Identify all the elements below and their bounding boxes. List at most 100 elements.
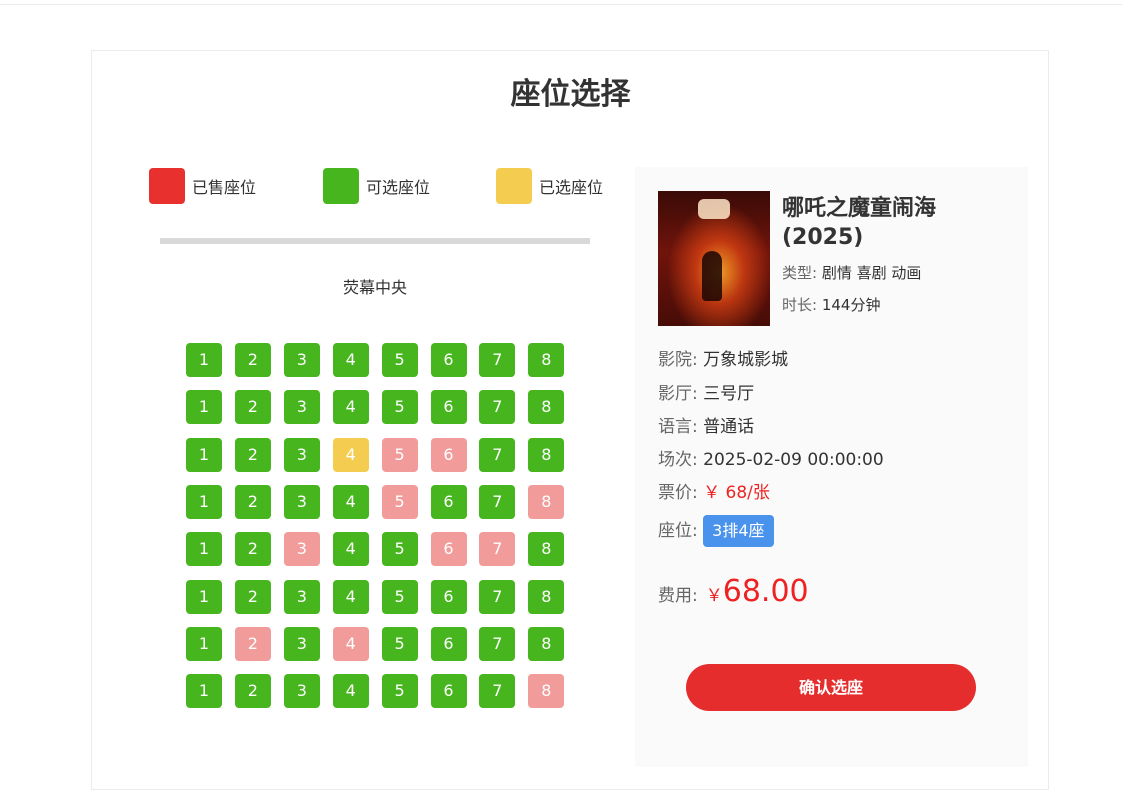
seat-available[interactable]: 1	[186, 484, 222, 519]
seat-sold: 5	[381, 437, 418, 472]
hall-label: 影厅:	[658, 384, 698, 404]
seat-available[interactable]: 2	[234, 437, 271, 472]
seat-available[interactable]: 6	[430, 674, 467, 709]
price-label: 票价:	[658, 483, 698, 503]
price-value: ￥ 68/张	[703, 483, 770, 503]
seat-available[interactable]: 5	[381, 390, 418, 425]
session-label: 场次:	[658, 450, 698, 470]
legend-available: 可选座位	[323, 168, 430, 204]
seat-available[interactable]: 3	[283, 437, 320, 472]
seat-available[interactable]: 8	[528, 437, 565, 472]
seat-sold: 8	[528, 484, 565, 519]
legend-sold-label: 已售座位	[192, 178, 257, 197]
fee-currency: ￥	[705, 586, 723, 606]
seat-available[interactable]: 4	[332, 390, 369, 425]
seat-available[interactable]: 3	[283, 579, 320, 614]
duration-label: 时长:	[782, 296, 818, 314]
seat-available[interactable]: 6	[430, 579, 467, 614]
seat-available[interactable]: 2	[234, 674, 271, 709]
seat-available[interactable]: 1	[186, 579, 222, 614]
screen-bar	[160, 238, 590, 244]
language-value: 普通话	[703, 417, 755, 437]
language-row: 语言: 普通话	[658, 415, 754, 439]
legend-selected-label: 已选座位	[539, 178, 604, 197]
seat-available[interactable]: 4	[332, 532, 369, 567]
seat-label: 座位:	[658, 521, 698, 541]
confirm-seat-button[interactable]: 确认选座	[686, 664, 976, 711]
seat-available[interactable]: 3	[283, 674, 320, 709]
seat-available[interactable]: 6	[430, 484, 467, 519]
movie-genre: 类型: 剧情 喜剧 动画	[782, 263, 921, 283]
seat-available[interactable]: 7	[479, 674, 516, 709]
fee-value: 68.00	[722, 574, 809, 609]
seat-available[interactable]: 3	[283, 484, 320, 519]
seat-available[interactable]: 8	[528, 390, 565, 425]
legend-selected: 已选座位	[496, 168, 603, 204]
seat-sold: 3	[283, 532, 320, 567]
movie-poster	[658, 191, 770, 326]
legend-available-label: 可选座位	[366, 178, 431, 197]
seat-available[interactable]: 5	[381, 626, 418, 661]
seat-available[interactable]: 1	[186, 532, 222, 567]
seat-available[interactable]: 2	[234, 484, 271, 519]
seat-available[interactable]: 8	[528, 532, 565, 567]
seat-available[interactable]: 4	[332, 343, 369, 377]
legend-available-swatch	[323, 168, 359, 204]
seat-row: 座位: 3排4座	[658, 515, 774, 547]
movie-title: 哪吒之魔童闹海(2025)	[782, 196, 937, 250]
seat-available[interactable]: 3	[283, 343, 320, 377]
seat-available[interactable]: 7	[479, 437, 516, 472]
seat-available[interactable]: 2	[234, 532, 271, 567]
seat-available[interactable]: 6	[430, 626, 467, 661]
seat-available[interactable]: 4	[332, 579, 369, 614]
seat-sold: 4	[332, 626, 369, 661]
seat-available[interactable]: 6	[430, 390, 467, 425]
seat-available[interactable]: 1	[186, 674, 222, 709]
seat-available[interactable]: 5	[381, 343, 418, 377]
fee-label: 费用:	[658, 586, 698, 606]
genre-value: 剧情 喜剧 动画	[821, 264, 922, 282]
genre-label: 类型:	[782, 264, 818, 282]
seat-available[interactable]: 4	[332, 674, 369, 709]
legend-selected-swatch	[496, 168, 532, 204]
movie-duration: 时长: 144分钟	[782, 295, 880, 315]
poster-figure	[702, 251, 722, 301]
legend-sold: 已售座位	[149, 168, 256, 204]
seat-available[interactable]: 7	[479, 390, 516, 425]
seat-available[interactable]: 7	[479, 626, 516, 661]
seat-available[interactable]: 4	[332, 484, 369, 519]
legend-sold-swatch	[149, 168, 185, 204]
seat-available[interactable]: 1	[186, 390, 222, 425]
cinema-label: 影院:	[658, 350, 698, 370]
seat-available[interactable]: 5	[381, 532, 418, 567]
selected-seat-tag[interactable]: 3排4座	[703, 515, 774, 547]
top-divider	[0, 4, 1122, 5]
seat-available[interactable]: 3	[283, 626, 320, 661]
seat-sold: 8	[528, 674, 565, 709]
poster-logo	[698, 199, 730, 219]
seat-available[interactable]: 7	[479, 484, 516, 519]
price-row: 票价: ￥ 68/张	[658, 481, 770, 505]
seat-available[interactable]: 2	[234, 579, 271, 614]
seat-sold: 5	[381, 484, 418, 519]
seat-available[interactable]: 8	[528, 579, 565, 614]
seat-available[interactable]: 1	[186, 437, 222, 472]
seat-available[interactable]: 1	[186, 626, 222, 661]
seat-sold: 6	[430, 437, 467, 472]
seat-available[interactable]: 5	[381, 579, 418, 614]
seat-available[interactable]: 1	[186, 343, 222, 377]
seat-available[interactable]: 2	[234, 390, 271, 425]
seat-available[interactable]: 7	[479, 579, 516, 614]
seat-selected[interactable]: 4	[332, 437, 369, 472]
seat-available[interactable]: 3	[283, 390, 320, 425]
session-row: 场次: 2025-02-09 00:00:00	[658, 448, 884, 472]
seat-available[interactable]: 5	[381, 674, 418, 709]
language-label: 语言:	[658, 417, 698, 437]
seat-sold: 7	[479, 532, 516, 567]
seat-available[interactable]: 6	[430, 343, 467, 377]
seat-available[interactable]: 2	[234, 343, 271, 377]
seat-available[interactable]: 8	[528, 343, 565, 377]
seat-available[interactable]: 8	[528, 626, 565, 661]
seat-available[interactable]: 7	[479, 343, 516, 377]
screen-label: 荧幕中央	[342, 278, 407, 297]
